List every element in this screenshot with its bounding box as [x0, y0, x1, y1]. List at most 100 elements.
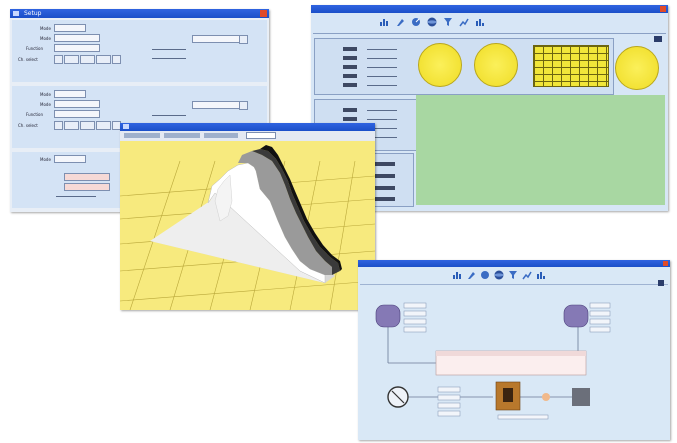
title-bar[interactable]	[358, 260, 670, 267]
spectrum-grid	[533, 45, 609, 87]
field-label: Mode	[40, 92, 51, 97]
toolbar-button[interactable]	[164, 133, 200, 138]
panel-marker	[654, 36, 662, 42]
function-field[interactable]	[54, 110, 100, 118]
dropdown-button[interactable]	[239, 35, 248, 44]
process-diagram	[375, 302, 611, 420]
field-label: Mode	[40, 102, 51, 107]
field-label: Mode	[40, 36, 51, 41]
mode-field[interactable]	[54, 90, 86, 98]
graph-icon[interactable]	[459, 17, 469, 27]
gauge-dial	[615, 46, 659, 90]
value-readout	[375, 174, 395, 178]
sphere-icon[interactable]	[427, 17, 437, 27]
status-area-right	[615, 95, 665, 205]
message-box-header	[436, 351, 586, 356]
toolbar-button[interactable]	[204, 133, 238, 138]
sensor-right	[563, 304, 589, 328]
field-label: Ch. select	[18, 57, 38, 62]
sensor-left	[375, 304, 401, 328]
function-field[interactable]	[54, 44, 100, 52]
value-readout	[343, 47, 357, 51]
filter-icon[interactable]	[443, 17, 453, 27]
readout-line	[367, 85, 397, 86]
value-readout	[343, 74, 357, 78]
readout-line	[367, 119, 397, 120]
channel-button-2[interactable]	[64, 121, 79, 130]
title-bar[interactable]	[311, 5, 668, 13]
plot3d-window	[120, 123, 375, 310]
tool-icon[interactable]	[395, 17, 405, 27]
progress-bar	[497, 414, 549, 420]
channel-button-3[interactable]	[80, 55, 95, 64]
channel-button-4[interactable]	[96, 121, 111, 130]
app-icon	[13, 11, 19, 16]
value-readout	[375, 162, 395, 166]
channel-button-2[interactable]	[64, 55, 79, 64]
close-icon[interactable]	[663, 261, 668, 266]
option-line	[152, 115, 186, 116]
status-dot	[542, 393, 550, 401]
toolbar-button[interactable]	[124, 133, 160, 138]
app-icon	[123, 124, 129, 129]
plot-toolbar	[120, 131, 375, 141]
value-readout	[343, 83, 357, 87]
mode-field[interactable]	[54, 24, 86, 32]
close-icon[interactable]	[260, 10, 267, 17]
readout-line	[367, 76, 397, 77]
value-readout	[343, 65, 357, 69]
value-readout	[375, 197, 395, 201]
right-field-1[interactable]	[192, 101, 240, 109]
chart-icon[interactable]	[452, 270, 462, 280]
readout-line	[367, 110, 397, 111]
value-field[interactable]	[64, 173, 110, 181]
output-icon	[572, 388, 590, 406]
mode-field-2[interactable]	[54, 100, 100, 108]
scroll-marker[interactable]	[658, 280, 664, 286]
field-label: Mode	[40, 26, 51, 31]
histogram-bars	[150, 145, 342, 284]
chart-icon[interactable]	[379, 17, 389, 27]
value-readout	[343, 108, 357, 112]
value-field[interactable]	[64, 183, 110, 191]
window-title: Setup	[24, 10, 42, 17]
option-line	[152, 49, 186, 50]
toolbar-field[interactable]	[246, 132, 276, 139]
settings-panel-1: Mode Mode Function Ch. select	[12, 20, 267, 82]
dial-icon[interactable]	[480, 270, 490, 280]
channel-button-4[interactable]	[96, 55, 111, 64]
right-field-1[interactable]	[192, 35, 240, 43]
channel-button-1[interactable]	[54, 121, 63, 130]
toolbar	[371, 15, 531, 31]
gauge-dial	[474, 43, 518, 87]
graph-icon[interactable]	[522, 270, 532, 280]
mode-field[interactable]	[54, 155, 86, 163]
label-stack-right	[589, 302, 611, 333]
option-line	[152, 58, 186, 59]
toolbar	[448, 268, 578, 282]
mode-field-2[interactable]	[54, 34, 100, 42]
sphere-icon[interactable]	[494, 270, 504, 280]
gauge-dial	[418, 43, 462, 87]
dropdown-button[interactable]	[239, 101, 248, 110]
title-bar[interactable]	[120, 123, 375, 131]
field-label: Ch. select	[18, 123, 38, 128]
channel-button-3[interactable]	[80, 121, 95, 130]
close-icon[interactable]	[660, 6, 666, 12]
chart-icon[interactable]	[475, 17, 485, 27]
channel-button-1[interactable]	[54, 55, 63, 64]
value-readout	[343, 117, 357, 121]
channel-button-5[interactable]	[112, 55, 121, 64]
value-readout	[343, 56, 357, 60]
dial-icon[interactable]	[411, 17, 421, 27]
value-readout	[375, 186, 395, 190]
toolbar-separator	[313, 33, 666, 34]
readout-line	[367, 67, 397, 68]
title-bar[interactable]: Setup	[10, 9, 269, 18]
histogram-3d	[120, 145, 375, 310]
field-label: Mode	[40, 157, 51, 162]
chart-icon[interactable]	[536, 270, 546, 280]
tool-icon[interactable]	[466, 270, 476, 280]
filter-icon[interactable]	[508, 270, 518, 280]
option-line	[56, 196, 96, 197]
